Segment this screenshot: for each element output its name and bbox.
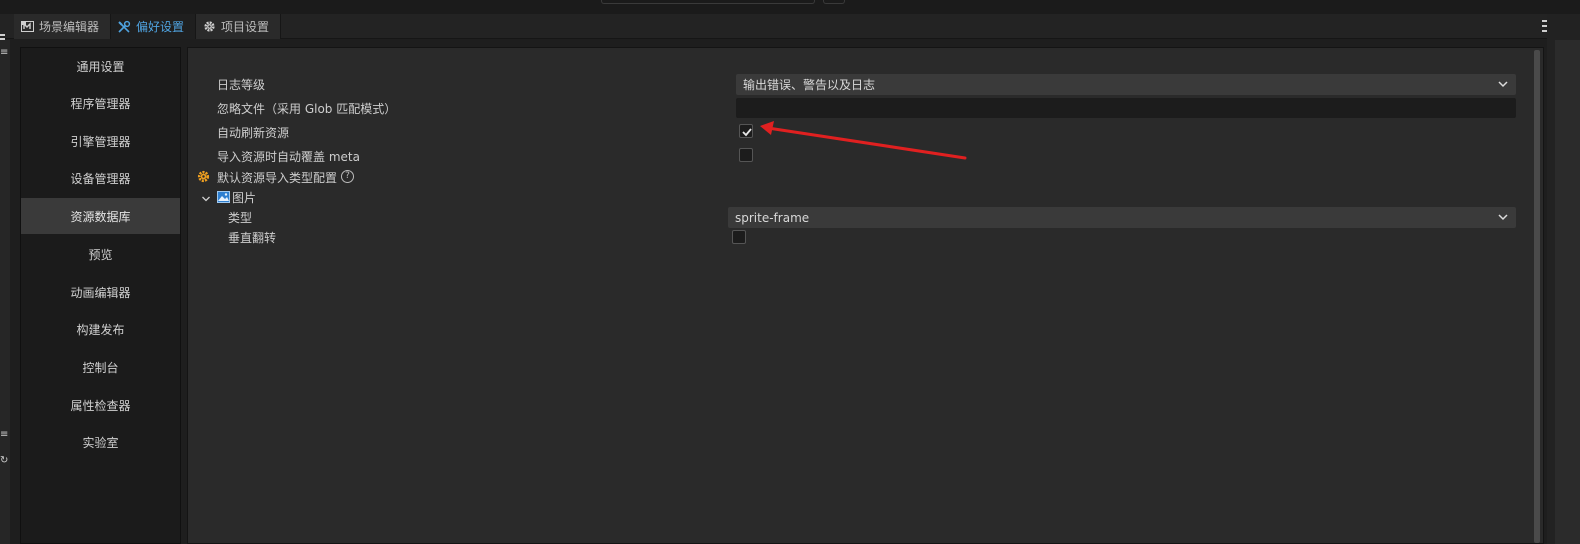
sidebar-item-label: 设备管理器 bbox=[70, 171, 131, 186]
top-toolbar-fragment bbox=[823, 0, 845, 4]
tab-label: 偏好设置 bbox=[136, 20, 185, 34]
image-group-label: 图片 bbox=[232, 191, 257, 205]
sidebar-item-label: 构建发布 bbox=[76, 322, 125, 337]
sidebar-item-label: 通用设置 bbox=[76, 59, 125, 74]
log-level-label: 日志等级 bbox=[217, 78, 266, 92]
tab-bar: 场景编辑器 偏好设置 项目设置 bbox=[0, 14, 1580, 44]
right-dock-panel bbox=[1555, 40, 1580, 544]
gear-icon bbox=[202, 20, 216, 34]
scene-editor-icon bbox=[20, 20, 34, 34]
chevron-down-icon bbox=[1497, 78, 1509, 90]
log-level-select[interactable]: 输出错误、警告以及日志 bbox=[736, 74, 1516, 95]
checkmark-icon bbox=[742, 128, 752, 137]
sidebar-item-animation-editor[interactable]: 动画编辑器 bbox=[21, 274, 180, 310]
tab-label: 场景编辑器 bbox=[39, 20, 100, 34]
image-type-select[interactable]: sprite-frame bbox=[728, 207, 1516, 228]
right-dock-strip bbox=[1547, 14, 1580, 544]
auto-refresh-label: 自动刷新资源 bbox=[217, 126, 290, 140]
sidebar-item-preview[interactable]: 预览 bbox=[21, 236, 180, 272]
preferences-sidebar: 通用设置 程序管理器 引擎管理器 设备管理器 资源数据库 预览 动画编辑器 构建… bbox=[20, 47, 181, 544]
config-gear-icon bbox=[197, 170, 210, 183]
flip-vertical-label: 垂直翻转 bbox=[228, 231, 277, 245]
tab-project-settings[interactable]: 项目设置 bbox=[196, 14, 281, 39]
sidebar-item-general[interactable]: 通用设置 bbox=[21, 48, 180, 84]
auto-overwrite-meta-checkbox[interactable] bbox=[739, 148, 753, 162]
scrollbar[interactable] bbox=[1533, 50, 1541, 543]
asset-database-settings-panel: 日志等级 输出错误、警告以及日志 忽略文件（采用 Glob 匹配模式） 自动刷新… bbox=[187, 47, 1544, 544]
sidebar-item-program-manager[interactable]: 程序管理器 bbox=[21, 85, 180, 121]
chevron-down-icon bbox=[1497, 211, 1509, 223]
log-level-value: 输出错误、警告以及日志 bbox=[743, 78, 876, 92]
sidebar-item-asset-database[interactable]: 资源数据库 bbox=[21, 198, 180, 234]
sidebar-item-engine-manager[interactable]: 引擎管理器 bbox=[21, 123, 180, 159]
sidebar-item-label: 动画编辑器 bbox=[70, 285, 131, 300]
sidebar-item-console[interactable]: 控制台 bbox=[21, 349, 180, 385]
help-icon[interactable]: ? bbox=[341, 170, 354, 183]
tab-preferences[interactable]: 偏好设置 bbox=[111, 14, 196, 39]
tab-scene-editor[interactable]: 场景编辑器 bbox=[14, 14, 111, 39]
refresh-icon[interactable]: ↻ bbox=[0, 456, 9, 466]
ignore-files-label: 忽略文件（采用 Glob 匹配模式） bbox=[217, 102, 397, 116]
sidebar-item-label: 程序管理器 bbox=[70, 96, 131, 111]
sidebar-item-label: 控制台 bbox=[82, 360, 119, 375]
dock-menu-icon[interactable]: ≡ bbox=[0, 430, 9, 440]
sidebar-item-inspector[interactable]: 属性检查器 bbox=[21, 387, 180, 423]
image-type-value: sprite-frame bbox=[735, 210, 810, 225]
tools-icon bbox=[117, 20, 131, 34]
auto-refresh-checkbox[interactable] bbox=[739, 124, 753, 138]
dock-menu-icon[interactable]: ≡ bbox=[0, 48, 9, 58]
tab-label: 项目设置 bbox=[221, 20, 270, 34]
left-dock-strip: ≡ ≡ ↻ bbox=[0, 40, 10, 544]
sidebar-item-label: 资源数据库 bbox=[70, 209, 131, 224]
sidebar-item-device-manager[interactable]: 设备管理器 bbox=[21, 160, 180, 196]
sidebar-item-label: 预览 bbox=[88, 247, 113, 262]
top-toolbar-fragment bbox=[601, 0, 815, 4]
sidebar-item-build[interactable]: 构建发布 bbox=[21, 311, 180, 347]
annotation-arrow bbox=[760, 121, 967, 160]
image-icon bbox=[217, 191, 230, 203]
auto-overwrite-meta-label: 导入资源时自动覆盖 meta bbox=[217, 150, 360, 164]
chevron-down-icon[interactable] bbox=[201, 193, 211, 203]
default-import-config-label: 默认资源导入类型配置 bbox=[217, 171, 338, 185]
scrollbar-thumb[interactable] bbox=[1534, 50, 1540, 543]
sidebar-item-label: 属性检查器 bbox=[70, 398, 131, 413]
ignore-files-input[interactable] bbox=[736, 98, 1516, 118]
sidebar-item-label: 引擎管理器 bbox=[70, 134, 131, 149]
sidebar-item-label: 实验室 bbox=[82, 435, 119, 450]
image-type-label: 类型 bbox=[228, 211, 253, 225]
sidebar-item-laboratory[interactable]: 实验室 bbox=[21, 424, 180, 460]
top-strip bbox=[0, 0, 1580, 14]
flip-vertical-checkbox[interactable] bbox=[732, 230, 746, 244]
